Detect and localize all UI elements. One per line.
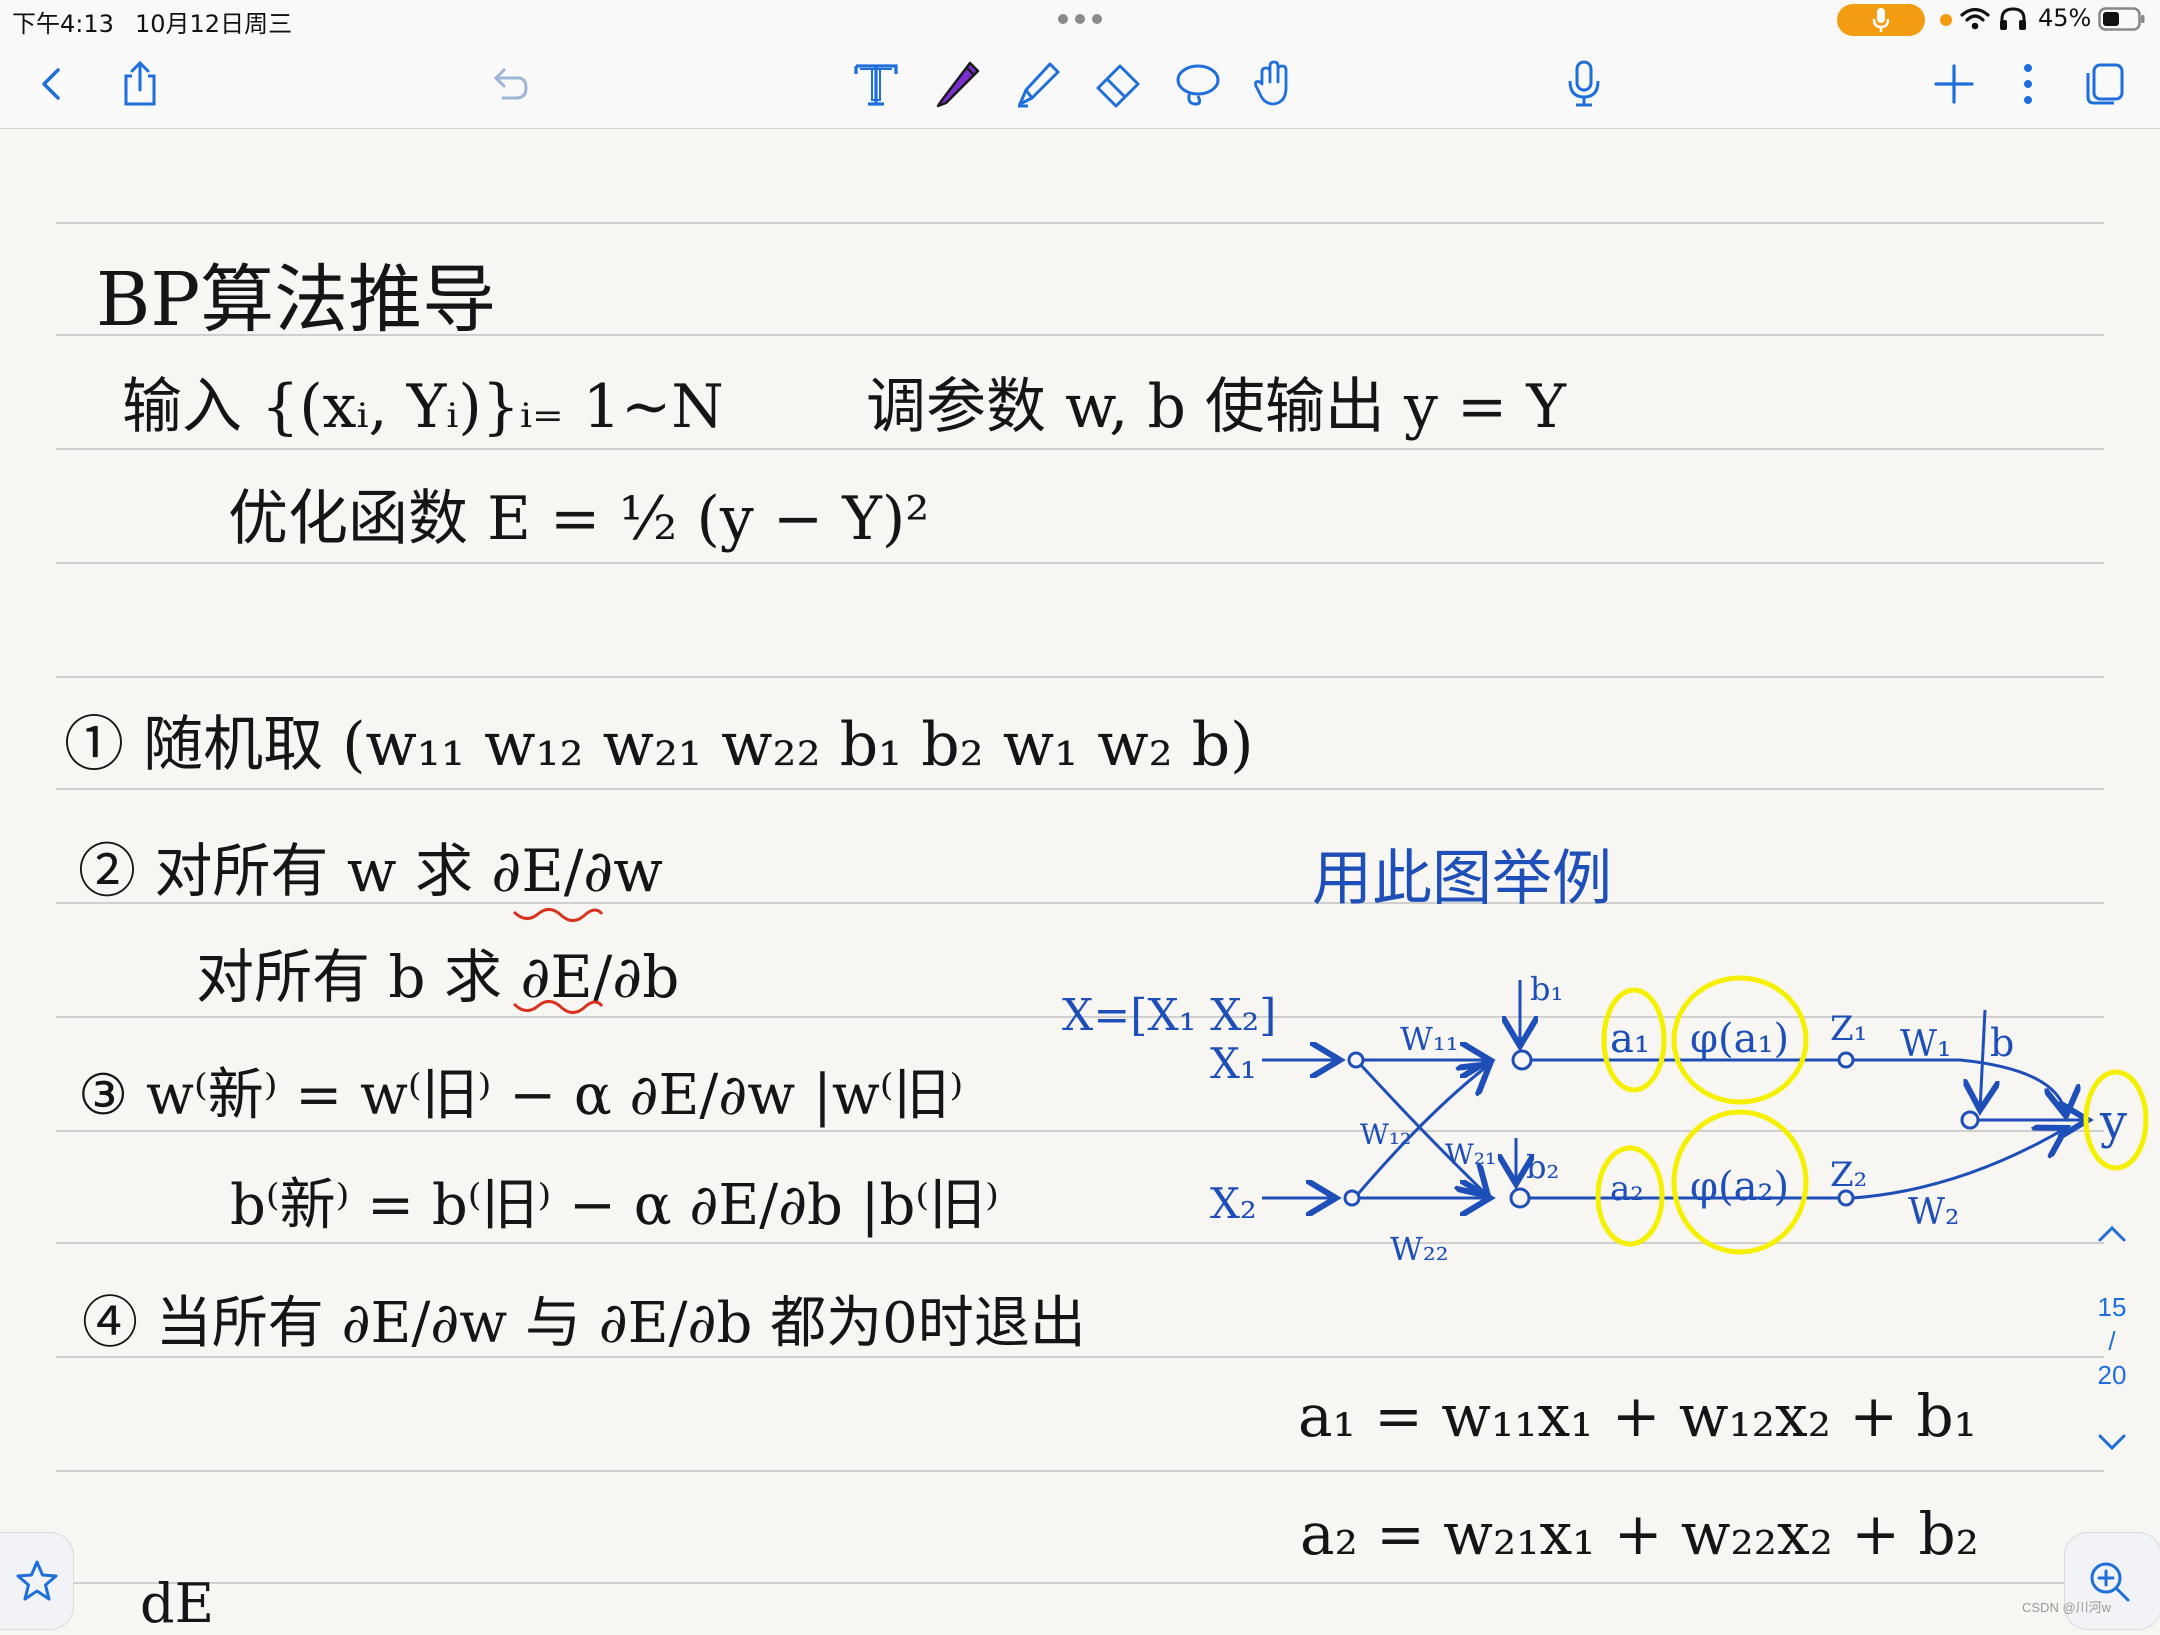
microphone-icon xyxy=(1872,8,1890,32)
goal-definition: 调参数 w, b 使输出 y = Y xyxy=(866,372,1566,442)
diagram-label-w22: W₂₂ xyxy=(1390,1230,1449,1268)
example-caption: 用此图举例 xyxy=(1312,844,1612,914)
add-icon[interactable] xyxy=(1924,54,1984,114)
chevron-down-icon xyxy=(2098,1434,2126,1451)
diagram-label-b2: b₂ xyxy=(1526,1148,1559,1186)
step-3-weight-update: ③ w⁽新⁾ = w⁽旧⁾ − α ∂E/∂w |w⁽旧⁾ xyxy=(78,1063,964,1128)
ruled-line xyxy=(56,676,2104,678)
equation-a1: a₁ = w₁₁x₁ + w₁₂x₂ + b₁ xyxy=(1298,1382,1977,1450)
diagram-label-w11: W₁₁ xyxy=(1400,1020,1459,1058)
neural-network-diagram: X₁ X₂ W₁₁ W₁₂ W₂₁ W₂₂ b₁ b₂ a₁ φ(a₁) a₂ … xyxy=(1210,970,2149,1268)
next-derivation-fragment: dE xyxy=(140,1572,214,1635)
diagram-label-z1: Z₁ xyxy=(1830,1009,1867,1049)
step-1: ① 随机取 (w₁₁ w₁₂ w₂₁ w₂₂ b₁ b₂ w₁ w₂ b) xyxy=(64,710,1254,780)
step-2-weights: ② 对所有 w 求 ∂E/∂w xyxy=(78,837,663,905)
battery-percentage: 45% xyxy=(2038,4,2092,32)
chevron-up-icon xyxy=(2098,1225,2126,1242)
diagram-label-phi-a1: φ(a₁) xyxy=(1690,1016,1789,1062)
page-separator: / xyxy=(2108,1326,2116,1356)
pen-tool-icon[interactable] xyxy=(928,54,988,114)
step-4-stop-condition: ④ 当所有 ∂E/∂w 与 ∂E/∂b 都为0时退出 xyxy=(82,1291,1086,1356)
status-bar: 下午4:13 10月12日周三 45% xyxy=(0,0,2160,40)
wifi-icon xyxy=(1960,7,1990,30)
text-tool-icon[interactable] xyxy=(846,54,906,114)
diagram-label-w12: W₁₂ xyxy=(1360,1118,1411,1151)
step-3-bias-update: b⁽新⁾ = b⁽旧⁾ − α ∂E/∂b |b⁽旧⁾ xyxy=(230,1173,999,1238)
ruled-line xyxy=(56,788,2104,790)
red-squiggle-underline xyxy=(512,908,604,1014)
multitasking-dots-icon[interactable] xyxy=(1058,14,1102,24)
privacy-indicator-icon xyxy=(1940,14,1952,26)
objective-function: 优化函数 E = ½ (y − Y)² xyxy=(228,484,930,554)
note-title: BP算法推导 xyxy=(96,257,497,343)
status-date: 10月12日周三 xyxy=(135,10,293,38)
current-page-number: 15 xyxy=(2097,1292,2127,1322)
pages-icon[interactable] xyxy=(2074,54,2134,114)
diagram-label-x1: X₁ xyxy=(1210,1039,1257,1088)
ruled-line xyxy=(56,562,2104,564)
diagram-label-a2: a₂ xyxy=(1610,1169,1644,1209)
diagram-label-w21: W₂₁ xyxy=(1445,1138,1496,1171)
diagram-label-a1: a₁ xyxy=(1610,1016,1650,1062)
ruled-line xyxy=(56,222,2104,224)
diagram-label-x2: X₂ xyxy=(1210,1179,1257,1228)
input-definition: 输入 {(xᵢ, Yᵢ)}ᵢ₌ 1~N xyxy=(122,372,724,442)
hand-tool-icon[interactable] xyxy=(1246,54,1306,114)
diagram-label-w2: W₂ xyxy=(1908,1192,1959,1233)
recording-indicator[interactable] xyxy=(1837,4,1925,36)
eraser-tool-icon[interactable] xyxy=(1088,54,1148,114)
diagram-label-b1: b₁ xyxy=(1530,970,1563,1008)
watermark-text: CSDN @川河w xyxy=(2022,1600,2112,1615)
star-icon xyxy=(16,1560,58,1601)
diagram-label-w1: W₁ xyxy=(1900,1024,1951,1065)
diagram-label-phi-a2: φ(a₂) xyxy=(1690,1164,1789,1210)
equation-a2: a₂ = w₂₁x₁ + w₂₂x₂ + b₂ xyxy=(1300,1500,1979,1568)
diagram-label-y: y xyxy=(2099,1094,2127,1150)
favorite-button[interactable] xyxy=(0,1532,74,1630)
ruled-line xyxy=(56,448,2104,450)
diagram-label-z2: Z₂ xyxy=(1830,1155,1867,1195)
undo-icon[interactable] xyxy=(478,54,538,114)
chevron-left-icon[interactable] xyxy=(22,54,82,114)
note-page[interactable]: BP算法推导 输入 {(xᵢ, Yᵢ)}ᵢ₌ 1~N 调参数 w, b 使输出 … xyxy=(0,130,2160,1635)
battery-icon xyxy=(2098,7,2145,31)
microphone-icon[interactable] xyxy=(1554,54,1614,114)
more-icon[interactable] xyxy=(1998,54,2058,114)
lasso-tool-icon[interactable] xyxy=(1168,54,1228,114)
ruled-line xyxy=(56,1582,2104,1584)
headphones-icon xyxy=(2000,7,2026,30)
share-icon[interactable] xyxy=(110,54,170,114)
ruled-line xyxy=(56,1470,2104,1472)
diagram-label-b: b xyxy=(1990,1021,2014,1065)
note-toolbar xyxy=(0,40,2160,129)
page-up-button[interactable] xyxy=(2090,1220,2134,1251)
highlighter-tool-icon[interactable] xyxy=(1008,54,1068,114)
page-down-button[interactable] xyxy=(2090,1430,2134,1461)
total-page-count: 20 xyxy=(2097,1360,2127,1390)
status-time: 下午4:13 xyxy=(12,10,114,38)
